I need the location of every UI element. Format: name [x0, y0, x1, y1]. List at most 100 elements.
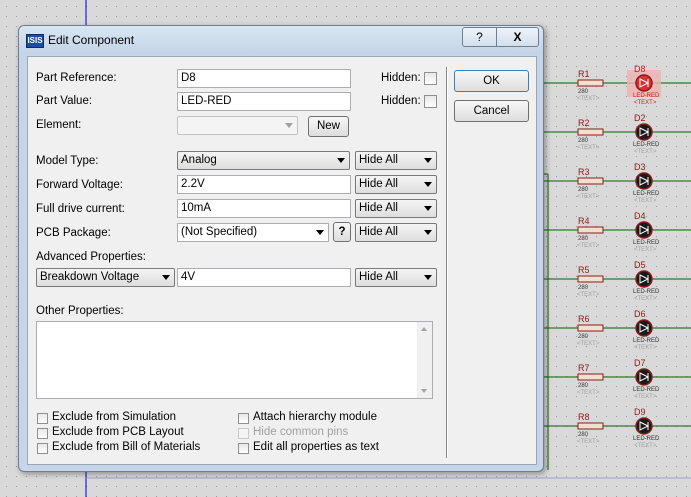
grid-dot [16, 106, 17, 107]
grid-dot [606, 216, 607, 217]
grid-dot [636, 36, 637, 37]
forward-voltage-input[interactable]: 2.2V [177, 175, 351, 194]
grid-dot [6, 226, 7, 227]
part-reference-hidden-checkbox[interactable] [424, 72, 437, 85]
led-symbol[interactable] [635, 123, 653, 141]
grid-dot [646, 16, 647, 17]
title-help-button[interactable]: ? [462, 27, 497, 47]
other-properties-textarea[interactable] [36, 321, 433, 399]
grid-dot [686, 316, 687, 317]
led-symbol[interactable] [635, 74, 653, 92]
grid-dot [6, 296, 7, 297]
grid-dot [606, 316, 607, 317]
grid-dot [586, 106, 587, 107]
grid-dot [596, 486, 597, 487]
grid-dot [616, 356, 617, 357]
grid-dot [626, 46, 627, 47]
grid-dot [576, 186, 577, 187]
resistor-body[interactable] [577, 79, 604, 87]
grid-dot [116, 476, 117, 477]
grid-dot [6, 336, 7, 337]
pcb-package-combobox[interactable]: (Not Specified) [177, 223, 329, 242]
grid-dot [666, 356, 667, 357]
pcb-package-help-button[interactable]: ? [333, 222, 351, 242]
grid-dot [606, 226, 607, 227]
grid-dot [556, 476, 557, 477]
part-reference-input[interactable]: D8 [177, 69, 351, 88]
grid-dot [36, 6, 37, 7]
grid-dot [6, 116, 7, 117]
grid-dot [636, 336, 637, 337]
grid-dot [666, 446, 667, 447]
grid-dot [596, 156, 597, 157]
model-type-visibility-combobox[interactable]: Hide All [355, 151, 437, 170]
new-element-button[interactable]: New [308, 116, 349, 137]
exclude-pcb-checkbox[interactable] [37, 428, 48, 439]
led-symbol[interactable] [635, 270, 653, 288]
grid-dot [6, 386, 7, 387]
attach-hierarchy-checkbox[interactable] [238, 413, 249, 424]
advanced-property-combobox[interactable]: Breakdown Voltage [36, 268, 175, 287]
grid-dot [6, 206, 7, 207]
exclude-bom-checkbox[interactable] [37, 443, 48, 454]
grid-dot [636, 26, 637, 27]
scroll-up-icon[interactable] [421, 327, 427, 331]
edit-all-text-checkbox[interactable] [238, 443, 249, 454]
grid-dot [596, 56, 597, 57]
resistor-body[interactable] [577, 422, 604, 430]
resistor-body[interactable] [577, 275, 604, 283]
grid-dot [6, 216, 7, 217]
resistor-body[interactable] [577, 177, 604, 185]
full-drive-current-input[interactable]: 10mA [177, 199, 351, 218]
resistor-body[interactable] [577, 226, 604, 234]
forward-voltage-visibility-combobox[interactable]: Hide All [355, 175, 437, 194]
grid-dot [546, 416, 547, 417]
grid-dot [576, 286, 577, 287]
led-symbol[interactable] [635, 417, 653, 435]
scroll-down-icon[interactable] [421, 389, 427, 393]
grid-dot [6, 346, 7, 347]
pcb-package-visibility-combobox[interactable]: Hide All [355, 223, 437, 242]
grid-dot [646, 116, 647, 117]
grid-dot [626, 276, 627, 277]
resistor-body[interactable] [577, 324, 604, 332]
resistor-body[interactable] [577, 128, 604, 136]
grid-dot [566, 266, 567, 267]
cancel-button[interactable]: Cancel [454, 100, 529, 122]
grid-dot [646, 486, 647, 487]
grid-dot [686, 366, 687, 367]
grid-dot [6, 416, 7, 417]
ok-button[interactable]: OK [454, 70, 529, 92]
model-type-combobox[interactable]: Analog [177, 151, 350, 170]
grid-dot [676, 36, 677, 37]
grid-dot [626, 346, 627, 347]
led-symbol[interactable] [635, 319, 653, 337]
full-drive-current-visibility-combobox[interactable]: Hide All [355, 199, 437, 218]
part-value-hidden-checkbox[interactable] [424, 95, 437, 108]
advanced-visibility-combobox[interactable]: Hide All [355, 268, 437, 287]
grid-dot [626, 286, 627, 287]
exclude-simulation-checkbox[interactable] [37, 413, 48, 424]
title-close-button[interactable]: X [496, 27, 539, 47]
grid-dot [676, 66, 677, 67]
grid-dot [586, 396, 587, 397]
other-properties-scrollbar[interactable] [417, 322, 432, 398]
part-value-input[interactable]: LED-RED [177, 92, 351, 111]
led-symbol[interactable] [635, 221, 653, 239]
grid-dot [566, 136, 567, 137]
grid-dot [306, 6, 307, 7]
resistor-body[interactable] [577, 373, 604, 381]
title-bar[interactable]: ISIS Edit Component ? X [19, 26, 543, 54]
grid-dot [256, 6, 257, 7]
grid-dot [626, 296, 627, 297]
led-symbol[interactable] [635, 368, 653, 386]
grid-dot [636, 306, 637, 307]
grid-dot [376, 6, 377, 7]
grid-dot [636, 106, 637, 107]
grid-dot [656, 126, 657, 127]
grid-dot [6, 256, 7, 257]
led-symbol[interactable] [635, 172, 653, 190]
advanced-value-input[interactable]: 4V [177, 268, 351, 287]
grid-dot [576, 46, 577, 47]
edit-all-text-label: Edit all properties as text [253, 441, 379, 453]
